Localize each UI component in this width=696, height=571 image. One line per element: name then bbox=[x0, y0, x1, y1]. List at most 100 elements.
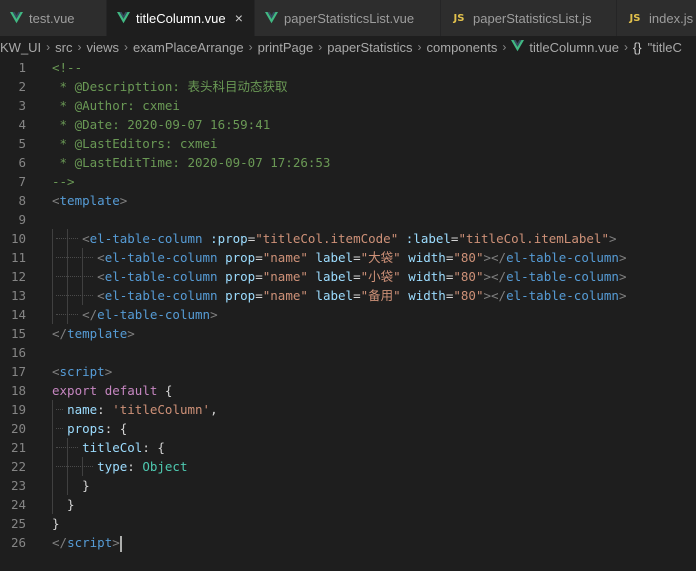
tab-paperStatisticsList-js[interactable]: JS paperStatisticsList.js bbox=[441, 0, 617, 36]
breadcrumb-label: printPage bbox=[257, 39, 314, 55]
code-token: = bbox=[353, 288, 361, 303]
code-line: 19 name: 'titleColumn', bbox=[0, 400, 696, 419]
code-token: --> bbox=[52, 174, 75, 189]
breadcrumb-item[interactable]: printPage bbox=[258, 40, 314, 55]
breadcrumb-label: src bbox=[55, 39, 73, 55]
code-token: "80" bbox=[453, 269, 484, 284]
tab-index-js[interactable]: JS index.js bbox=[617, 0, 696, 36]
vue-icon bbox=[10, 12, 23, 25]
code-token: 'titleColumn' bbox=[112, 402, 211, 417]
code-token: ></ bbox=[483, 250, 507, 265]
tab-titleColumn-vue[interactable]: titleColumn.vue × bbox=[107, 0, 255, 36]
code-token: titleCol bbox=[82, 440, 143, 455]
code-editor[interactable]: 1 <!-- 2 * @Descripttion: 表头科目动态获取 3 * @Aut… bbox=[0, 58, 696, 571]
line-number: 18 bbox=[10, 383, 26, 398]
close-icon[interactable]: × bbox=[232, 9, 246, 27]
code-line: 1 <!-- bbox=[0, 58, 696, 77]
code-token: > bbox=[618, 250, 627, 265]
breadcrumb-item[interactable]: components bbox=[427, 40, 498, 55]
line-number: 17 bbox=[10, 364, 26, 379]
code-line: 12 <el-table-column prop="name" label="小… bbox=[0, 267, 696, 286]
code-line: 5 * @LastEditors: cxmei bbox=[0, 134, 696, 153]
breadcrumb: KW_UI › src › views › examPlaceArrange › printPa… bbox=[0, 36, 696, 58]
code-token: ></ bbox=[483, 288, 507, 303]
code-token: > bbox=[112, 535, 120, 550]
code-token: label bbox=[315, 250, 354, 265]
chevron-right-icon: › bbox=[502, 40, 507, 54]
code-text: </script> bbox=[52, 533, 122, 552]
chevron-right-icon: › bbox=[318, 40, 323, 54]
code-token: :prop bbox=[210, 231, 248, 246]
breadcrumb-item[interactable]: examPlaceArrange bbox=[133, 40, 244, 55]
line-number: 15 bbox=[10, 326, 26, 341]
breadcrumb-item[interactable]: titleColumn.vue bbox=[511, 39, 619, 55]
breadcrumb-item[interactable]: src bbox=[55, 40, 72, 55]
code-token: width bbox=[408, 250, 446, 265]
code-token: : bbox=[127, 459, 143, 474]
breadcrumb-symbol[interactable]: {} "titleC bbox=[633, 40, 682, 55]
code-token: < bbox=[52, 193, 60, 208]
breadcrumb-label: examPlaceArrange bbox=[133, 39, 244, 55]
code-token: name bbox=[67, 402, 98, 417]
code-token: label bbox=[315, 269, 354, 284]
line-number: 14 bbox=[10, 307, 26, 322]
code-token: } bbox=[52, 516, 60, 531]
code-token: el-table-column bbox=[104, 288, 218, 303]
code-line: 25} bbox=[0, 514, 696, 533]
code-line: 6 * @LastEditTime: 2020-09-07 17:26:53 bbox=[0, 153, 696, 172]
code-token: el-table-column bbox=[506, 288, 619, 303]
tab-paperStatisticsList-vue[interactable]: paperStatisticsList.vue bbox=[255, 0, 441, 36]
code-token: = bbox=[353, 250, 361, 265]
code-token: "小袋" bbox=[360, 269, 401, 284]
line-number: 24 bbox=[10, 497, 26, 512]
code-text: <script> bbox=[52, 362, 112, 381]
code-token: "name" bbox=[262, 250, 308, 265]
code-token: > bbox=[104, 364, 113, 379]
code-token: ></ bbox=[483, 269, 507, 284]
breadcrumb-item[interactable]: KW_UI bbox=[0, 40, 41, 55]
text-cursor bbox=[119, 535, 122, 552]
code-line: 26 </script> bbox=[0, 533, 696, 552]
code-token: : { bbox=[142, 440, 165, 455]
chevron-right-icon: › bbox=[623, 40, 628, 54]
js-icon: JS bbox=[629, 12, 641, 24]
line-number: 3 bbox=[18, 98, 26, 113]
code-line: 16 bbox=[0, 343, 696, 362]
tab-label: index.js bbox=[649, 10, 694, 26]
code-text: } bbox=[52, 514, 60, 533]
braces-icon: {} bbox=[632, 39, 642, 55]
code-text: </template> bbox=[52, 324, 135, 343]
line-number: 23 bbox=[10, 478, 26, 493]
tab-label: titleColumn.vue bbox=[136, 10, 226, 26]
code-token: > bbox=[618, 269, 627, 284]
code-token: > bbox=[210, 307, 218, 322]
code-text: <el-table-column prop="name" label="大袋" … bbox=[52, 248, 626, 267]
tab-test-vue[interactable]: test.vue bbox=[0, 0, 107, 36]
code-token: width bbox=[408, 288, 446, 303]
code-token: < bbox=[97, 288, 105, 303]
code-token: : bbox=[97, 402, 113, 417]
code-line: 13 <el-table-column prop="name" label="备… bbox=[0, 286, 696, 305]
code-token: </ bbox=[52, 535, 68, 550]
code-token: template bbox=[59, 193, 120, 208]
code-token: > bbox=[119, 193, 128, 208]
code-token: > bbox=[608, 231, 617, 246]
vue-icon bbox=[511, 39, 525, 52]
code-text: <template> bbox=[52, 191, 127, 210]
code-line: 3 * @Author: cxmei bbox=[0, 96, 696, 115]
code-token: prop bbox=[225, 269, 256, 284]
code-token: el-table-column bbox=[97, 307, 211, 322]
breadcrumb-item[interactable]: paperStatistics bbox=[327, 40, 412, 55]
code-line: 21 titleCol: { bbox=[0, 438, 696, 457]
tab-label: test.vue bbox=[29, 10, 75, 26]
code-text: } bbox=[52, 476, 90, 495]
breadcrumb-item[interactable]: views bbox=[87, 40, 120, 55]
chevron-right-icon: › bbox=[46, 40, 51, 54]
line-number: 5 bbox=[18, 136, 26, 151]
line-number: 9 bbox=[18, 212, 26, 227]
breadcrumb-label: paperStatistics bbox=[327, 39, 413, 55]
